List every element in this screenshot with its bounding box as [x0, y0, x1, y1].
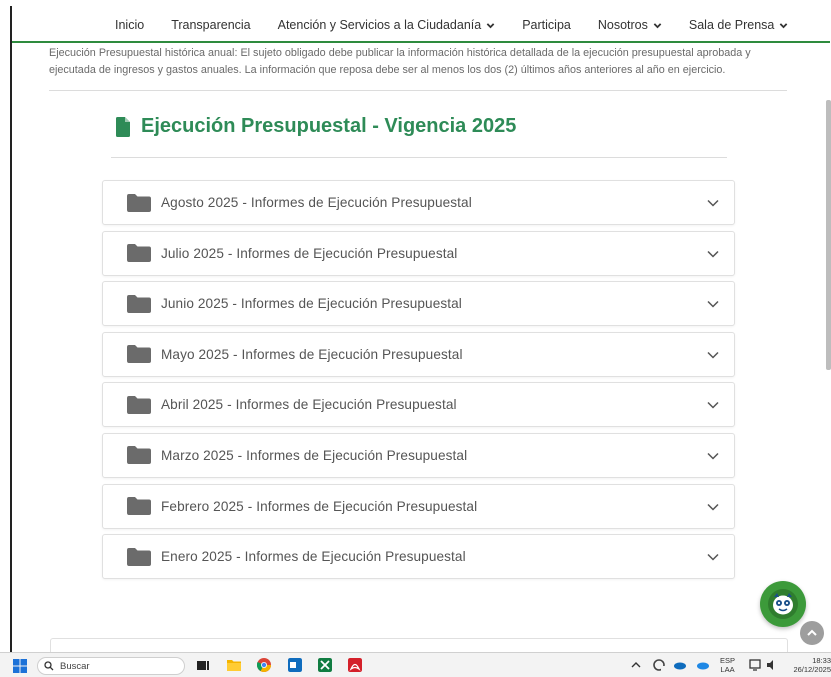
- accordion-item-label: Abril 2025 - Informes de Ejecución Presu…: [161, 397, 457, 413]
- accordion-item-label: Enero 2025 - Informes de Ejecución Presu…: [161, 549, 466, 565]
- search-icon: [44, 661, 54, 671]
- nav-item-sala-de-prensa[interactable]: Sala de Prensa: [689, 18, 788, 32]
- intro-paragraph: Ejecución Presupuestal histórica anual: …: [49, 47, 751, 76]
- page-scrollbar[interactable]: [826, 100, 831, 370]
- chrome-icon[interactable]: [257, 658, 271, 672]
- accordion-item-enero[interactable]: Enero 2025 - Informes de Ejecución Presu…: [102, 534, 735, 580]
- speaker-icon[interactable]: [765, 658, 779, 672]
- accordion-item-marzo[interactable]: Marzo 2025 - Informes de Ejecución Presu…: [102, 432, 735, 478]
- nav-label: Transparencia: [171, 18, 251, 32]
- lang-code: ESP: [720, 656, 736, 665]
- nav-item-nosotros[interactable]: Nosotros: [598, 18, 662, 32]
- chevron-down-icon: [707, 351, 719, 359]
- clock-date: 26/12/2025: [793, 665, 831, 674]
- chevron-down-icon: [707, 301, 719, 308]
- accordion-item-label: Julio 2025 - Informes de Ejecución Presu…: [161, 245, 458, 261]
- nav-label: Participa: [522, 18, 571, 32]
- nav-item-transparencia[interactable]: Transparencia: [171, 18, 250, 32]
- chevron-down-icon: [707, 554, 719, 561]
- chevron-down-icon: [707, 199, 719, 207]
- accordion-item-junio[interactable]: Junio 2025 - Informes de Ejecución Presu…: [102, 281, 735, 327]
- system-clock[interactable]: 18:33 26/12/2025: [787, 656, 831, 674]
- task-view-icon[interactable]: [196, 658, 210, 672]
- chat-assistant-button[interactable]: [760, 581, 806, 627]
- nav-item-atencion[interactable]: Atención y Servicios a la Ciudadanía: [278, 18, 496, 32]
- accordion-item-mayo[interactable]: Mayo 2025 - Informes de Ejecución Presup…: [102, 331, 735, 377]
- accordion-item-label: Febrero 2025 - Informes de Ejecución Pre…: [161, 498, 478, 514]
- nav-item-participa[interactable]: Participa: [522, 18, 571, 32]
- accordion-item-label: Agosto 2025 - Informes de Ejecución Pres…: [161, 195, 472, 210]
- nav-item-inicio[interactable]: Inicio: [115, 18, 144, 32]
- nav-label: Sala de Prensa: [688, 18, 775, 32]
- onedrive-icon[interactable]: [673, 658, 687, 672]
- file-icon: [116, 116, 130, 137]
- cloud-icon[interactable]: [696, 658, 710, 672]
- accordion-item-abril[interactable]: Abril 2025 - Informes de Ejecución Presu…: [102, 382, 735, 428]
- nav-label: Atención y Servicios a la Ciudadanía: [277, 18, 482, 32]
- display-icon[interactable]: [749, 658, 763, 672]
- accordion-item-febrero[interactable]: Febrero 2025 - Informes de Ejecución Pre…: [102, 483, 735, 529]
- divider: [111, 157, 727, 158]
- accordion-item-label: Marzo 2025 - Informes de Ejecución Presu…: [161, 447, 468, 463]
- chevron-down-icon: [653, 22, 662, 28]
- sync-icon[interactable]: [652, 658, 666, 672]
- keyboard-layout: LAA: [720, 665, 735, 674]
- folder-icon: [127, 294, 151, 313]
- folder-icon: [127, 345, 151, 364]
- folder-icon: [127, 547, 151, 566]
- accordion-item-label: Junio 2025 - Informes de Ejecución Presu…: [161, 296, 462, 312]
- main-navbar: Inicio Transparencia Atención y Servicio…: [12, 9, 830, 43]
- chevron-down-icon: [707, 250, 719, 258]
- section-title: Ejecución Presupuestal - Vigencia 2025: [116, 115, 516, 138]
- os-taskbar: Buscar ESP LAA 18:33 26/12/2025: [0, 652, 831, 677]
- nav-label: Inicio: [115, 18, 145, 32]
- folder-icon: [127, 395, 151, 414]
- windows-start-icon[interactable]: [13, 659, 27, 673]
- search-placeholder: Buscar: [60, 660, 90, 672]
- next-section-box: [50, 638, 788, 652]
- scroll-to-top-button[interactable]: [800, 621, 824, 645]
- chevron-up-icon[interactable]: [631, 660, 641, 670]
- taskbar-search[interactable]: Buscar: [37, 657, 185, 675]
- folder-icon: [127, 446, 151, 465]
- accordion-item-agosto[interactable]: Agosto 2025 - Informes de Ejecución Pres…: [102, 180, 735, 225]
- chevron-down-icon: [486, 22, 495, 28]
- divider: [49, 90, 787, 91]
- assistant-avatar-icon: [768, 589, 798, 619]
- folder-icon: [127, 193, 151, 212]
- file-explorer-icon[interactable]: [227, 658, 241, 672]
- nav-label: Nosotros: [597, 18, 648, 32]
- excel-icon[interactable]: [318, 658, 332, 672]
- folder-icon: [127, 244, 151, 263]
- folder-icon: [127, 497, 151, 516]
- chevron-down-icon: [707, 452, 719, 460]
- chevron-down-icon: [707, 402, 719, 409]
- chevron-down-icon: [707, 503, 719, 511]
- accordion: Agosto 2025 - Informes de Ejecución Pres…: [102, 180, 735, 585]
- input-language-indicator[interactable]: ESP LAA: [720, 656, 735, 674]
- window-edge: [10, 6, 12, 656]
- accordion-item-julio[interactable]: Julio 2025 - Informes de Ejecución Presu…: [102, 230, 735, 276]
- clock-time: 18:33: [812, 656, 831, 665]
- outlook-icon[interactable]: [288, 658, 302, 672]
- acrobat-icon[interactable]: [348, 658, 362, 672]
- section-title-text: Ejecución Presupuestal - Vigencia 2025: [141, 115, 517, 137]
- accordion-item-label: Mayo 2025 - Informes de Ejecución Presup…: [161, 346, 463, 362]
- chevron-up-icon: [807, 629, 817, 636]
- chevron-down-icon: [780, 22, 788, 28]
